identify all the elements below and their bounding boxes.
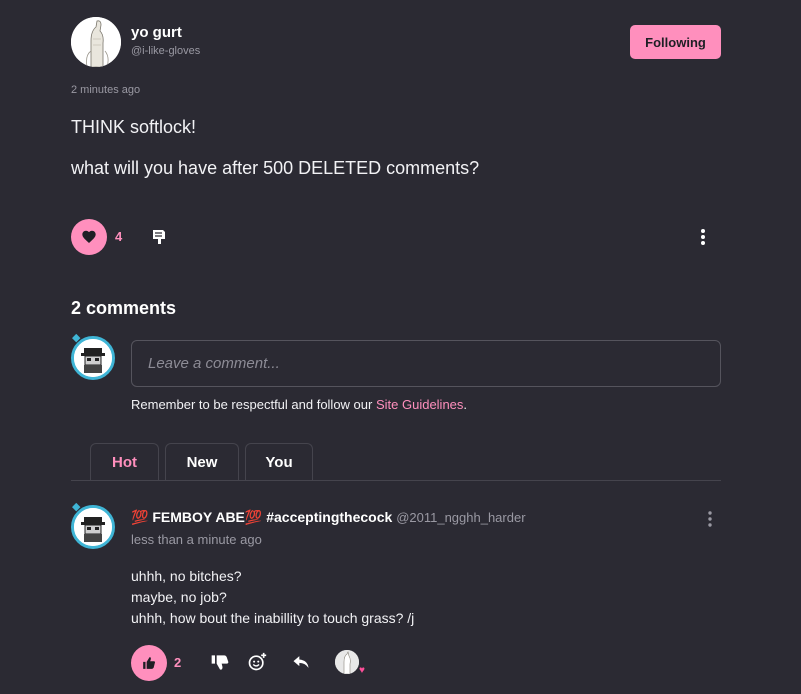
post-text-line: THINK softlock! [71, 117, 197, 137]
hundred-emoji-icon: 💯 [131, 509, 149, 525]
add-reaction-icon[interactable] [247, 652, 267, 672]
comment-author-tag: #acceptingthecock [266, 509, 393, 525]
more-vertical-icon[interactable] [694, 227, 712, 247]
heart-icon [82, 230, 96, 243]
tab-new[interactable]: New [165, 443, 239, 481]
avatar-badge-icon: ◆ [72, 501, 81, 513]
guidelines-suffix: . [463, 397, 468, 412]
like-count: 4 [115, 229, 123, 244]
comment-author-handle: @2011_ngghh_harder [396, 510, 526, 525]
liker-avatar[interactable] [335, 650, 359, 674]
author-name[interactable]: yo gurt [131, 24, 182, 41]
tab-hot[interactable]: Hot [90, 443, 159, 481]
comment-like-count: 2 [174, 655, 182, 670]
author-handle[interactable]: @i-like-gloves [131, 45, 200, 57]
thumbs-down-icon[interactable] [210, 652, 230, 672]
hundred-emoji-icon: 💯 [244, 509, 263, 525]
guidelines-notice: Remember to be respectful and follow our… [131, 397, 467, 412]
comment-line: uhhh, no bitches? [131, 568, 242, 584]
comment-author[interactable]: 💯 FEMBOY ABE💯 #acceptingthecock @2011_ng… [131, 509, 526, 526]
comment-more-icon[interactable] [703, 510, 717, 528]
tabs-divider [71, 480, 721, 481]
like-button[interactable] [71, 219, 107, 255]
comment-line: uhhh, how bout the inabillity to touch g… [131, 610, 415, 626]
post-timestamp: 2 minutes ago [71, 84, 141, 96]
reply-icon[interactable] [291, 652, 311, 672]
heart-icon: ♥ [359, 665, 365, 676]
post-text-line: what will you have after 500 DELETED com… [71, 158, 480, 178]
comment-input[interactable] [131, 340, 721, 387]
avatar-badge-icon: ◆ [72, 332, 81, 344]
following-button[interactable]: Following [630, 25, 721, 59]
site-guidelines-link[interactable]: Site Guidelines [376, 397, 463, 412]
thumbs-up-icon [143, 657, 156, 669]
tab-you[interactable]: You [245, 443, 313, 481]
comment-like-button[interactable] [131, 645, 167, 681]
dislike-icon[interactable] [150, 227, 170, 247]
author-avatar[interactable] [71, 17, 121, 67]
comments-count-heading: 2 comments [71, 298, 177, 318]
comment-body: uhhh, no bitches? maybe, no job? uhhh, h… [131, 566, 414, 629]
comment-timestamp: less than a minute ago [131, 532, 262, 547]
guidelines-text: Remember to be respectful and follow our [131, 397, 376, 412]
comment-author-name: FEMBOY ABE [152, 509, 245, 525]
comment-line: maybe, no job? [131, 589, 227, 605]
